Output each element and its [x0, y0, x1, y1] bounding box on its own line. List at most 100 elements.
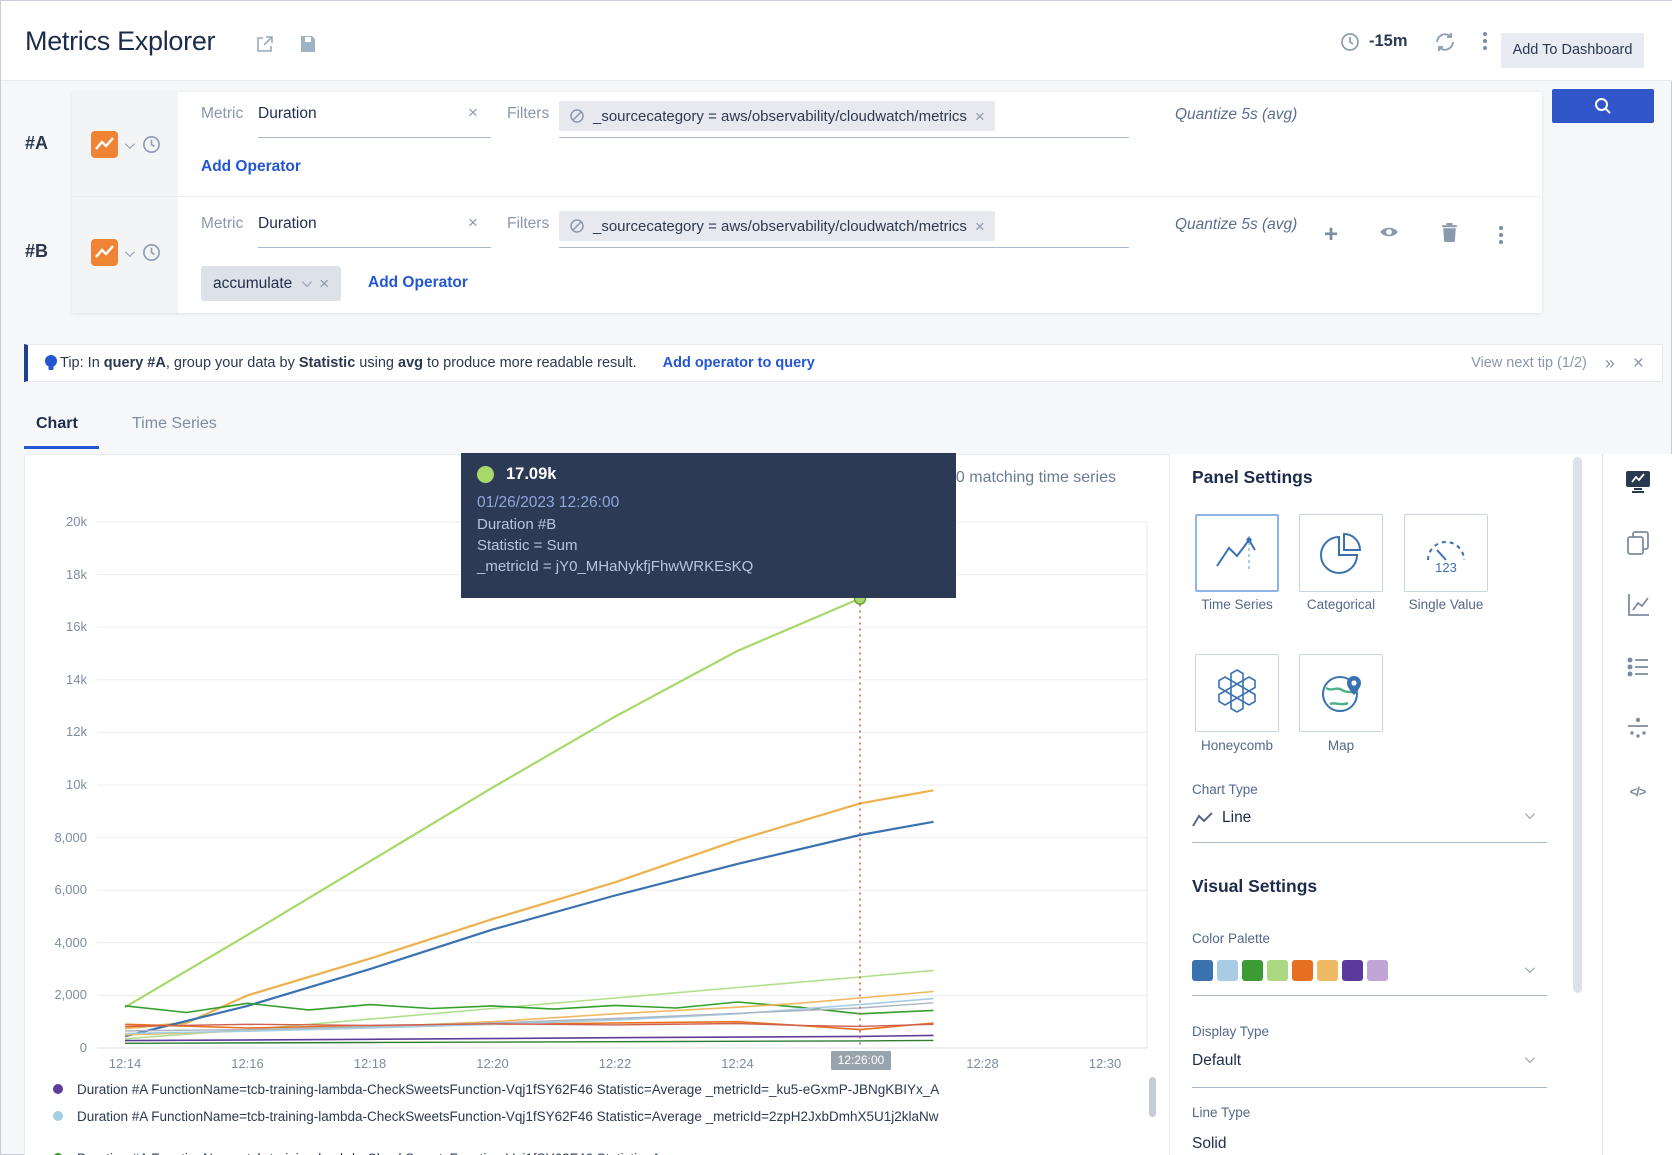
chevron-down-icon[interactable]	[1524, 1053, 1535, 1064]
next-tip-arrows-icon[interactable]	[1605, 353, 1615, 374]
run-search-button[interactable]	[1552, 89, 1654, 123]
visual-settings-title: Visual Settings	[1192, 876, 1318, 896]
clear-metric-icon[interactable]	[468, 104, 478, 121]
panel-settings: Panel Settings 123 Time Series Categoric…	[1169, 454, 1602, 1155]
filter-chip-text: _sourcecategory = aws/observability/clou…	[593, 107, 967, 125]
panel-type-time-series[interactable]	[1195, 514, 1279, 592]
y-axis-tick: 12k	[66, 724, 87, 740]
row-more-menu-icon[interactable]	[1499, 225, 1504, 244]
side-toolbar	[1602, 454, 1672, 1155]
filter-chip[interactable]: _sourcecategory = aws/observability/clou…	[559, 101, 995, 131]
visibility-eye-icon[interactable]	[1378, 221, 1400, 248]
color-palette-label: Color Palette	[1192, 931, 1271, 946]
operator-chip[interactable]: accumulate	[201, 266, 342, 301]
display-type-select[interactable]: Default	[1192, 1052, 1241, 1070]
delete-trash-icon[interactable]	[1440, 222, 1459, 248]
legend-row[interactable]: Duration #A FunctionName=tcb-training-la…	[53, 1103, 939, 1129]
palette-swatch[interactable]	[1267, 960, 1288, 981]
quantize-label: Quantize 5s (avg)	[1175, 216, 1298, 233]
add-query-icon[interactable]	[1324, 225, 1338, 245]
query-row-b-id: #B	[25, 241, 49, 261]
palette-swatch[interactable]	[1317, 960, 1338, 981]
refresh-icon[interactable]	[1433, 30, 1455, 52]
metric-input[interactable]: Duration	[258, 215, 317, 233]
add-operator-link[interactable]: Add Operator	[201, 158, 301, 176]
exclude-icon	[570, 109, 584, 123]
more-menu-icon[interactable]	[1474, 32, 1496, 54]
legend-scrollbar[interactable]	[1149, 1077, 1156, 1117]
chevron-down-icon[interactable]	[124, 139, 135, 150]
chevron-down-icon[interactable]	[1524, 963, 1535, 974]
header: Metrics Explorer -15m Add To Dashboard	[1, 1, 1672, 81]
chart-type-select[interactable]: Line	[1222, 809, 1251, 827]
metrics-query-icon[interactable]	[91, 131, 118, 158]
panel-type-label: Time Series	[1201, 597, 1273, 612]
tooltip-timestamp: 01/26/2023 12:26:00	[477, 494, 620, 511]
chart-axes-icon[interactable]	[1624, 591, 1652, 619]
remove-filter-icon[interactable]	[975, 108, 985, 125]
legend-color-dot	[53, 1084, 63, 1094]
time-range-value[interactable]: -15m	[1369, 32, 1408, 51]
palette-swatch[interactable]	[1292, 960, 1313, 981]
history-icon[interactable]	[141, 134, 162, 160]
gauge-123-icon: 123	[1427, 541, 1465, 575]
tab-chart[interactable]: Chart	[36, 415, 78, 433]
filter-chip[interactable]: _sourcecategory = aws/observability/clou…	[559, 211, 995, 241]
metric-input[interactable]: Duration	[258, 105, 317, 123]
line-type-label: Line Type	[1192, 1105, 1251, 1120]
panel-type-map[interactable]	[1299, 654, 1383, 732]
chevron-down-icon[interactable]	[302, 277, 313, 288]
clear-metric-icon[interactable]	[468, 214, 478, 231]
legend-row[interactable]: Duration #A FunctionName=tcb-training-la…	[53, 1145, 702, 1155]
metrics-query-icon[interactable]	[91, 239, 118, 266]
view-next-tip-link[interactable]: View next tip (1/2)	[1471, 355, 1587, 371]
metric-label: Metric	[201, 215, 244, 232]
palette-swatch[interactable]	[1192, 960, 1213, 981]
x-axis-tick: 12:16	[231, 1056, 264, 1071]
map-globe-icon	[1322, 676, 1361, 712]
line-chart-type-icon	[1192, 812, 1214, 833]
display-type-label: Display Type	[1192, 1024, 1270, 1039]
active-tab-underline	[24, 446, 99, 449]
panel-type-categorical[interactable]	[1299, 514, 1383, 592]
chevron-down-icon[interactable]	[124, 247, 135, 258]
y-axis-tick: 20k	[66, 514, 87, 529]
display-settings-icon[interactable]	[1624, 467, 1652, 495]
outlier-icon[interactable]	[1624, 715, 1652, 743]
add-operator-to-query-link[interactable]: Add operator to query	[663, 355, 815, 371]
remove-filter-icon[interactable]	[975, 218, 985, 235]
add-operator-link[interactable]: Add Operator	[368, 274, 468, 292]
time-range-icon[interactable]	[1339, 31, 1361, 53]
honeycomb-icon	[1218, 669, 1256, 713]
legend-row[interactable]: Duration #A FunctionName=tcb-training-la…	[53, 1076, 939, 1102]
tab-time-series[interactable]: Time Series	[132, 415, 217, 433]
query-row-b-controls	[72, 197, 178, 313]
exclude-icon	[570, 219, 584, 233]
save-icon[interactable]	[297, 33, 319, 55]
panel-type-honeycomb[interactable]	[1195, 654, 1279, 732]
code-icon[interactable]	[1624, 777, 1652, 805]
palette-swatch[interactable]	[1217, 960, 1238, 981]
query-row-a: Metric Duration Filters _sourcecategory …	[72, 92, 1542, 196]
series-color-dot	[477, 466, 494, 483]
legend-list-icon[interactable]	[1624, 653, 1652, 681]
history-icon[interactable]	[141, 242, 162, 268]
palette-swatch[interactable]	[1342, 960, 1363, 981]
panel-scrollbar[interactable]	[1573, 457, 1582, 993]
remove-operator-icon[interactable]	[319, 275, 329, 292]
palette-swatch[interactable]	[1242, 960, 1263, 981]
color-palette-swatches[interactable]	[1192, 960, 1388, 981]
close-tip-icon[interactable]	[1633, 354, 1644, 373]
palette-swatch[interactable]	[1367, 960, 1388, 981]
copy-panels-icon[interactable]	[1624, 529, 1652, 557]
panel-type-single-value[interactable]: 123	[1404, 514, 1488, 592]
y-axis-tick: 2,000	[54, 987, 87, 1003]
query-row-a-id: #A	[25, 133, 49, 153]
x-axis-tick: 12:28	[966, 1056, 999, 1071]
share-icon[interactable]	[254, 33, 276, 55]
chevron-down-icon[interactable]	[1524, 809, 1535, 820]
add-to-dashboard-button[interactable]: Add To Dashboard	[1501, 33, 1644, 68]
panel-type-label: Map	[1327, 738, 1355, 753]
line-type-select[interactable]: Solid	[1192, 1135, 1226, 1153]
y-axis-tick: 14k	[66, 671, 87, 687]
